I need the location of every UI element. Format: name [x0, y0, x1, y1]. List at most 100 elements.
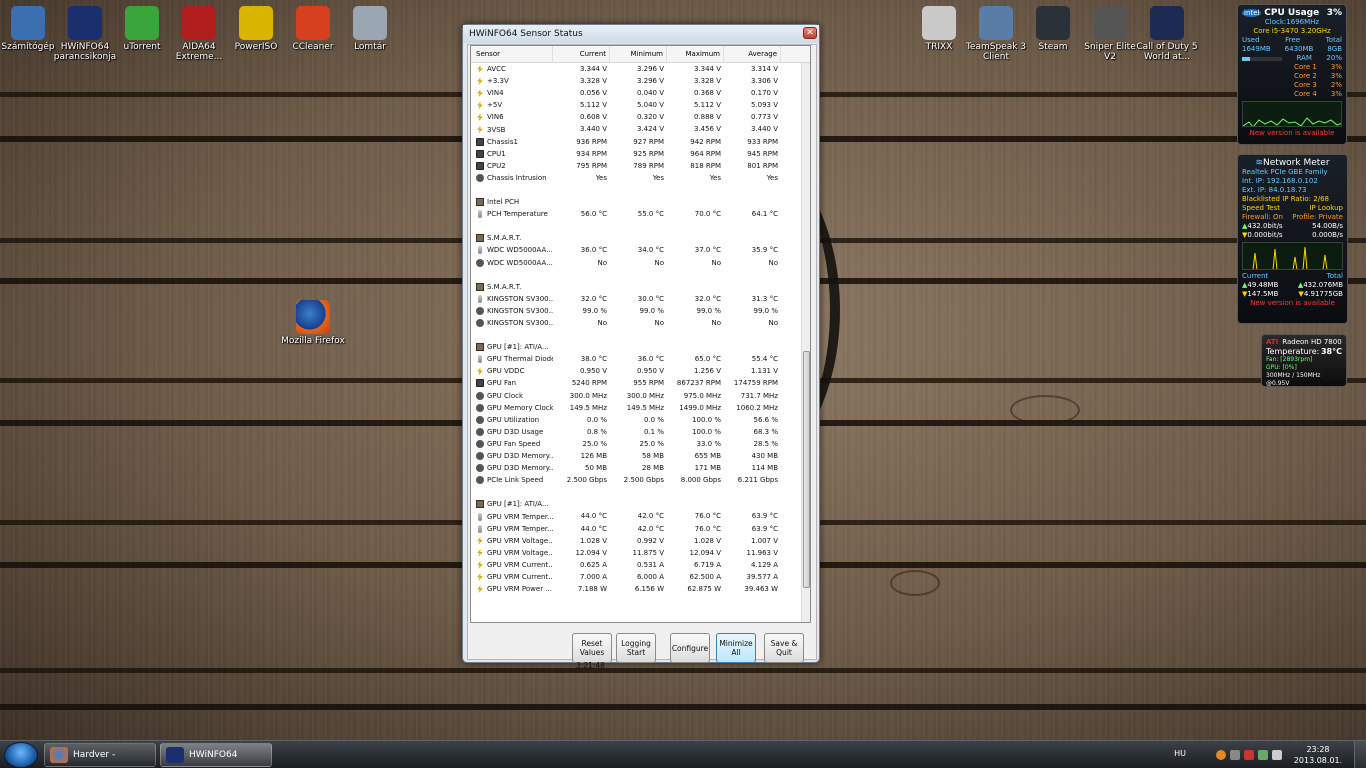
temp-icon [478, 210, 482, 219]
table-row[interactable]: WDC WD5000AA... 36.0 °C 34.0 °C 37.0 °C 35.9… [471, 244, 810, 256]
table-row[interactable]: GPU VRM Voltage... 12.094 V 11.875 V 12.094… [471, 547, 810, 559]
col-average[interactable]: Average [724, 46, 781, 62]
scrollbar-thumb[interactable] [803, 351, 810, 588]
ip-lookup-link[interactable]: IP Lookup [1309, 204, 1343, 213]
cpu-usage-gadget[interactable]: intel CPU Usage 3% Clock:1696MHz Core i5… [1237, 4, 1347, 145]
table-row[interactable]: Chassis1 936 RPM 927 RPM 942 RPM 933 RPM [471, 136, 810, 148]
average-value [724, 341, 781, 353]
table-row[interactable]: 3VSB 3.440 V 3.424 V 3.456 V 3.440 V [471, 123, 810, 135]
table-row[interactable]: GPU VRM Current... 7.000 A 6.000 A 62.500 A… [471, 571, 810, 583]
table-row[interactable]: GPU Clock 300.0 MHz 300.0 MHz 975.0 MHz 731.… [471, 390, 810, 402]
sensor-name-cell: AVCC [471, 63, 553, 75]
app-icon [68, 6, 102, 40]
speed-test-link[interactable]: Speed Test [1242, 204, 1280, 213]
table-row[interactable]: Chassis Intrusion Yes Yes Yes Yes [471, 172, 810, 184]
clock[interactable]: 23:28 2013.08.01. [1290, 744, 1346, 766]
close-button[interactable]: ✕ [803, 27, 817, 39]
table-row[interactable]: GPU VRM Voltage... 1.028 V 0.992 V 1.028 V 1… [471, 535, 810, 547]
average-value: 114 MB [751, 464, 778, 473]
table-row[interactable]: AVCC 3.344 V 3.296 V 3.344 V 3.314 V [471, 63, 810, 75]
volume-icon[interactable] [1272, 750, 1282, 760]
table-row[interactable]: KINGSTON SV300... 32.0 °C 30.0 °C 32.0 °C 31… [471, 293, 810, 305]
table-row[interactable]: PCH Temperature 56.0 °C 55.0 °C 70.0 °C 64.1… [471, 208, 810, 220]
show-desktop-button[interactable] [1354, 741, 1366, 768]
save-quit-button[interactable]: Save & Quit [764, 633, 804, 663]
table-row[interactable]: GPU Fan Speed 25.0 % 25.0 % 33.0 % 28.5 % [471, 438, 810, 450]
ati-gpu-gadget[interactable]: ATI Radeon HD 7800 Temperature: 38°C Fan: … [1261, 334, 1347, 387]
table-row[interactable]: +5V 5.112 V 5.040 V 5.112 V 5.093 V [471, 99, 810, 111]
tray-app-icon[interactable] [1244, 750, 1254, 760]
start-button[interactable] [4, 742, 38, 768]
minimum-value: 0.531 A [636, 560, 664, 569]
tray-app-icon[interactable] [1216, 750, 1226, 760]
table-row[interactable]: GPU D3D Usage 0.8 % 0.1 % 100.0 % 68.3 % [471, 426, 810, 438]
firewall-status: Firewall: On [1242, 213, 1283, 221]
taskbar-item-firefox[interactable]: Hardver - Hardver... [44, 743, 156, 767]
col-minimum[interactable]: Minimum [610, 46, 667, 62]
network-meter-gadget[interactable]: ≋ Network Meter Realtek PCIe GBE Family … [1237, 154, 1348, 324]
table-row[interactable]: GPU VRM Temper... 44.0 °C 42.0 °C 76.0 °C 63… [471, 523, 810, 535]
table-row[interactable]: Intel PCH [471, 196, 810, 208]
table-row[interactable]: GPU Thermal Diode 38.0 °C 36.0 °C 65.0 °C 55… [471, 353, 810, 365]
net-update-notice[interactable]: New version is available [1238, 299, 1347, 308]
spacer-row[interactable] [471, 329, 810, 341]
col-maximum[interactable]: Maximum [667, 46, 724, 62]
table-row[interactable]: VIN6 0.608 V 0.320 V 0.888 V 0.773 V [471, 111, 810, 123]
vertical-scrollbar[interactable] [801, 63, 810, 622]
table-row[interactable]: GPU VDDC 0.950 V 0.950 V 1.256 V 1.131 V [471, 365, 810, 377]
table-row[interactable]: GPU D3D Memory... 126 MB 58 MB 655 MB 430 MB [471, 450, 810, 462]
table-row[interactable]: GPU Utilization 0.0 % 0.0 % 100.0 % 56.6 % [471, 414, 810, 426]
table-row[interactable]: GPU [#1]: ATI/A... [471, 498, 810, 510]
maximum-value [667, 269, 724, 281]
col-current[interactable]: Current [553, 46, 610, 62]
table-row[interactable]: GPU VRM Current... 0.625 A 0.531 A 6.719 A 4… [471, 559, 810, 571]
net-blacklist: Blacklisted IP Ratio: 2/68 [1242, 195, 1329, 203]
table-row[interactable]: S.M.A.R.T. [471, 281, 810, 293]
table-row[interactable]: VIN4 0.056 V 0.040 V 0.368 V 0.170 V [471, 87, 810, 99]
table-row[interactable]: GPU VRM Power ... 7.188 W 6.156 W 62.875 W 3… [471, 583, 810, 595]
maximum-value: No [711, 258, 721, 267]
network-icon[interactable] [1258, 750, 1268, 760]
average-value: No [768, 258, 778, 267]
tray-app-icon[interactable] [1230, 750, 1240, 760]
language-indicator[interactable]: HU [1174, 749, 1186, 758]
table-row[interactable]: KINGSTON SV300... 99.0 % 99.0 % 99.0 % 99.0 … [471, 305, 810, 317]
table-row[interactable]: WDC WD5000AA... No No No No [471, 257, 810, 269]
configure-button[interactable]: Configure [670, 633, 710, 663]
chip-icon [476, 343, 484, 352]
spacer-row[interactable] [471, 220, 810, 232]
ati-fan: Fan: [2893rpm] [1266, 356, 1313, 363]
down-bytes: 0.000B/s [1312, 231, 1343, 239]
sensor-name: +5V [487, 101, 503, 110]
table-row[interactable]: PCIe Link Speed 2.500 Gbps 2.500 Gbps 8.000… [471, 474, 810, 486]
desktop-icon-4[interactable]: Call of Duty 5 World at... [1134, 6, 1200, 62]
maximum-value [667, 498, 724, 510]
minimum-value [610, 341, 667, 353]
spacer-row[interactable] [471, 486, 810, 498]
minimum-value: 42.0 °C [637, 524, 664, 533]
minimize-all-button[interactable]: Minimize All [716, 633, 756, 663]
table-row[interactable]: GPU Memory Clock 149.5 MHz 149.5 MHz 1499.0… [471, 402, 810, 414]
sensor-name-cell: GPU VRM Current... [471, 559, 553, 571]
desktop-icon-firefox[interactable]: Mozilla Firefox [280, 300, 346, 346]
app-icon [1150, 6, 1184, 40]
table-row[interactable]: GPU D3D Memory... 50 MB 28 MB 171 MB 114 MB [471, 462, 810, 474]
taskbar-item-hwinfo[interactable]: HWiNFO64 Senso... [160, 743, 272, 767]
table-row[interactable]: GPU VRM Temper... 44.0 °C 42.0 °C 76.0 °C 63… [471, 510, 810, 522]
table-row[interactable]: S.M.A.R.T. [471, 232, 810, 244]
table-row[interactable]: +3.3V 3.328 V 3.296 V 3.328 V 3.306 V [471, 75, 810, 87]
desktop-icon-6[interactable]: Lomtár [337, 6, 403, 52]
table-row[interactable]: GPU Fan 5240 RPM 955 RPM 867237 RPM 174759 R… [471, 377, 810, 389]
spacer-row[interactable] [471, 269, 810, 281]
reset-values-button[interactable]: Reset Values [572, 633, 612, 663]
spacer-row[interactable] [471, 184, 810, 196]
cpu-update-notice[interactable]: New version is available [1238, 129, 1346, 138]
col-sensor[interactable]: Sensor [471, 46, 553, 62]
table-row[interactable]: CPU1 934 RPM 925 RPM 964 RPM 945 RPM [471, 148, 810, 160]
table-row[interactable]: GPU [#1]: ATI/A... [471, 341, 810, 353]
table-row[interactable]: CPU2 795 RPM 789 RPM 818 RPM 801 RPM [471, 160, 810, 172]
sensor-name: GPU VRM Voltage... [487, 548, 553, 557]
logging-start-button[interactable]: Logging Start [616, 633, 656, 663]
table-row[interactable]: KINGSTON SV300... No No No No [471, 317, 810, 329]
current-value: 795 RPM [576, 161, 607, 170]
